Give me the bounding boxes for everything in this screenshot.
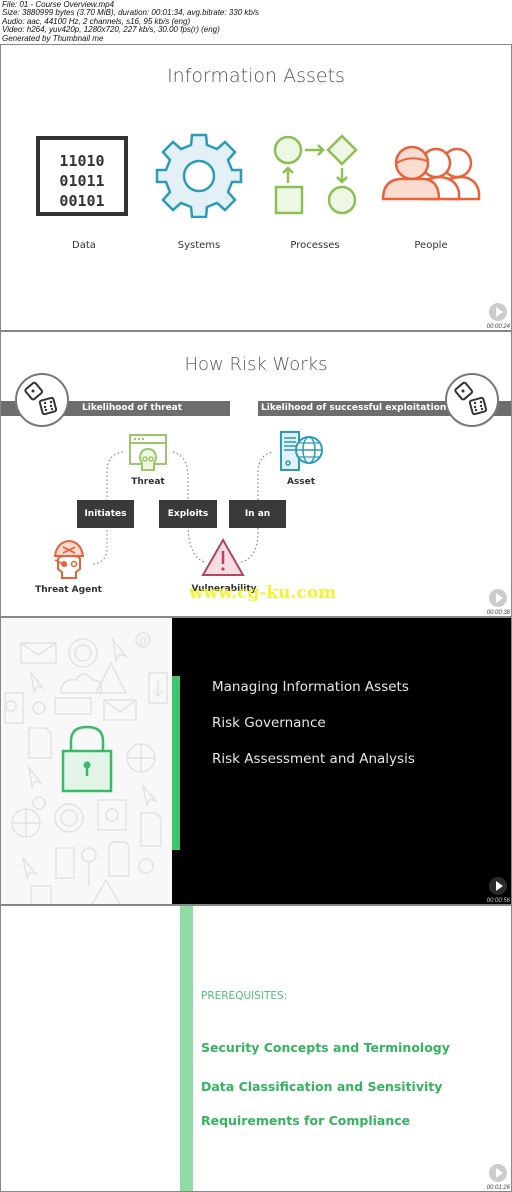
play-icon[interactable] (489, 589, 507, 607)
prerequisite-item: Data Classification and Sensitivity (201, 1079, 443, 1094)
node-asset-label: Asset (286, 477, 316, 487)
asset-label-people: People (414, 240, 448, 251)
accent-bar (180, 906, 193, 1191)
play-icon[interactable] (489, 877, 507, 895)
verb-exploits: Exploits (159, 500, 217, 528)
timestamp: 00:00:38 (486, 610, 510, 616)
topic-item: Risk Governance (212, 715, 326, 731)
binary-row: 01011 (59, 172, 104, 190)
generator-info: Generated by Thumbnail me (2, 33, 104, 43)
thumbnail-frame-2[interactable]: How Risk Works Likelihood of threat occu… (0, 331, 512, 617)
timestamp: 00:01:26 (486, 1185, 510, 1191)
threat-agent-icon (53, 539, 85, 586)
topic-item: Risk Assessment and Analysis (212, 751, 415, 767)
security-pattern-background: @ (1, 618, 172, 904)
slide-title: Information Assets (167, 65, 345, 87)
prerequisite-item: Security Concepts and Terminology (201, 1040, 450, 1055)
timestamp: 00:00:24 (486, 324, 510, 330)
topic-item: Managing Information Assets (212, 679, 409, 695)
node-threat-label: Threat (131, 477, 165, 487)
prerequisites-heading: PREREQUISITES: (201, 990, 288, 1002)
asset-label-data: Data (72, 240, 96, 251)
video-info-header: File: 01 - Course Overview.mp4 Size: 388… (0, 0, 512, 44)
threat-icon (129, 434, 169, 483)
vulnerability-warning-icon (201, 537, 245, 583)
accent-bar (172, 676, 180, 850)
data-icon: 11010 01011 00101 (34, 133, 134, 223)
asset-label-systems: Systems (177, 240, 221, 251)
svg-text:@: @ (138, 636, 148, 647)
thumbnail-frame-1[interactable]: Information Assets 11010 01011 00101 Dat… (0, 44, 512, 331)
binary-row: 11010 (59, 152, 104, 170)
verb-initiates: Initiates (77, 500, 134, 528)
node-threat-agent-label: Threat Agent (35, 585, 102, 595)
gear-icon (149, 133, 249, 223)
flowchart-icon (265, 133, 365, 223)
thumbnail-frame-3[interactable]: @ Managing Information Assets Risk Gover… (0, 617, 512, 905)
binary-row: 00101 (59, 192, 104, 210)
watermark-text: www.cg-ku.com (189, 583, 337, 603)
people-icon (379, 133, 481, 223)
prerequisite-item: Requirements for Compliance (201, 1113, 411, 1128)
verb-in-an: In an (229, 500, 286, 528)
thumbnail-frame-4[interactable]: PREREQUISITES: Security Concepts and Ter… (0, 905, 512, 1192)
padlock-icon (61, 725, 113, 798)
play-icon[interactable] (489, 303, 507, 321)
asset-server-icon (279, 430, 325, 479)
play-icon[interactable] (489, 1164, 507, 1182)
timestamp: 00:00:56 (486, 898, 510, 904)
asset-label-processes: Processes (290, 240, 340, 251)
